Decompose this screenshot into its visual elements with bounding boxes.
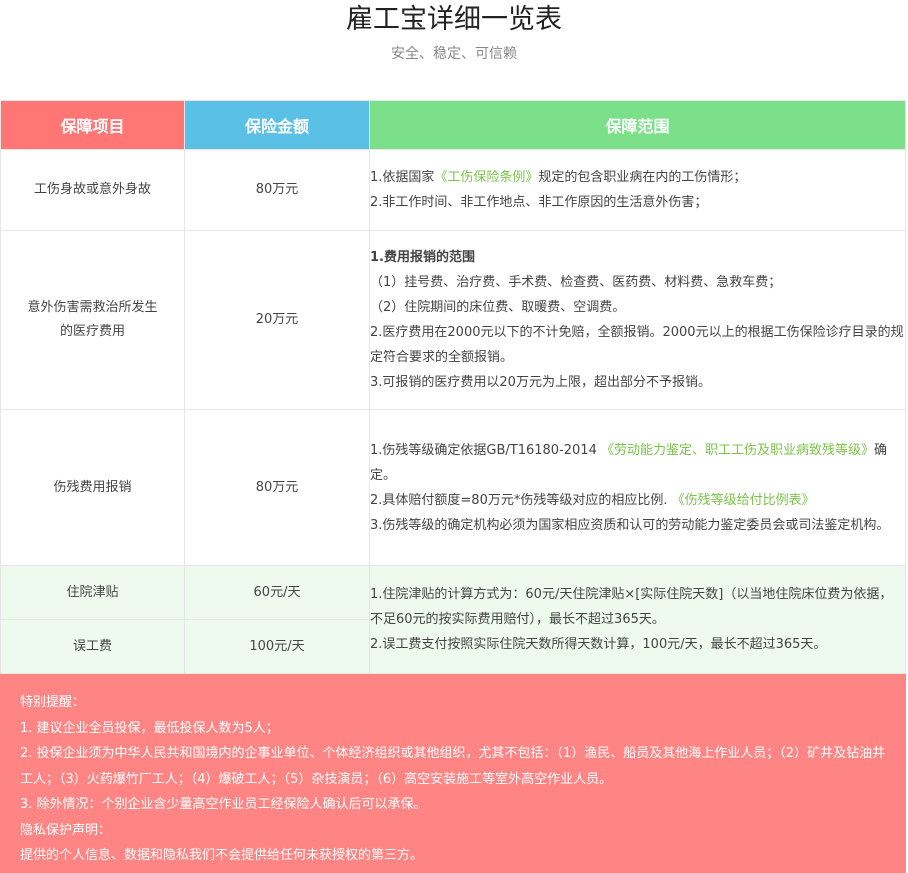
scope-line: 1.依据国家《工伤保险条例》规定的包含职业病在内的工伤情形； [370,170,747,185]
special-notice: 特别提醒： 1. 建议企业全员投保，最低投保人数为5人； 2. 投保企业须为中华… [0,674,906,873]
amount-cell: 100元/天 [184,619,370,674]
page: 雇工宝详细一览表 安全、稳定、可信赖 保障项目 保险金额 保障范围 工伤身故或意… [0,0,908,873]
column-header-amount: 保险金额 [184,100,370,150]
amount-cell: 80万元 [184,409,370,566]
notice-line: 3. 除外情况：个别企业含少量高空作业员工经保险人确认后可以承保。 [20,797,427,812]
item-cell: 伤残费用报销 [0,409,185,566]
item-cell: 意外伤害需救治所发生 的医疗费用 [0,230,185,410]
standard-link: 《劳动能力鉴定、职工工伤及职业病致残等级》 [600,442,874,458]
item-cell: 住院津贴 [0,565,185,620]
coverage-table: 保障项目 保险金额 保障范围 工伤身故或意外身故 80万元 1.依据国家《工伤保… [0,100,906,674]
column-header-item: 保障项目 [0,100,185,150]
scope-line: 2.误工费支付按照实际住院天数所得天数计算，100元/天，最长不超过365天。 [370,637,827,652]
amount-cell: 60元/天 [184,565,370,620]
notice-line: 特别提醒： [20,695,86,710]
scope-cell: 1.费用报销的范围 （1）挂号费、治疗费、手术费、检查费、医药费、材料费、急救车… [369,230,906,410]
amount-cell: 80万元 [184,149,370,231]
scope-line: 2.医疗费用在2000元以下的不计免赔，全额报销。2000元以上的根据工伤保险诊… [370,325,904,365]
regulation-link: 《工伤保险条例》 [434,170,539,185]
scope-line: （2）住院期间的床位费、取暖费、空调费。 [370,300,626,315]
table-row: 住院津贴 60元/天 1.住院津贴的计算方式为：60元/天住院津贴×[实际住院天… [0,565,906,674]
table-row: 工伤身故或意外身故 80万元 1.依据国家《工伤保险条例》规定的包含职业病在内的… [0,149,906,231]
scope-cell: 1.伤残等级确定依据GB/T16180-2014 《劳动能力鉴定、职工工伤及职业… [369,409,906,566]
column-header-scope: 保障范围 [369,100,906,150]
ratio-table-link: 《伤残等级给付比例表》 [671,492,815,508]
amount-cell: 20万元 [184,230,370,410]
page-subtitle: 安全、稳定、可信赖 [391,46,517,62]
scope-cell: 1.住院津贴的计算方式为：60元/天住院津贴×[实际住院天数]（以当地住院床位费… [369,565,906,674]
scope-line: 3.伤残等级的确定机构必须为国家相应资质和认可的劳动能力鉴定委员会或司法鉴定机构… [370,517,890,533]
scope-line: 1.住院津贴的计算方式为：60元/天住院津贴×[实际住院天数]（以当地住院床位费… [370,587,893,627]
notice-line: 1. 建议企业全员投保，最低投保人数为5人； [20,720,279,736]
item-cell: 工伤身故或意外身故 [0,149,185,231]
scope-line: 2.具体赔付额度=80万元*伤残等级对应的相应比例. 《伤残等级给付比例表》 [370,492,815,508]
page-title: 雇工宝详细一览表 [346,4,562,35]
item-cell: 误工费 [0,619,185,674]
scope-cell: 1.依据国家《工伤保险条例》规定的包含职业病在内的工伤情形； 2.非工作时间、非… [369,149,906,231]
notice-line: 提供的个人信息、数据和隐私我们不会提供给任何未获授权的第三方。 [20,848,424,863]
scope-line: 1.伤残等级确定依据GB/T16180-2014 《劳动能力鉴定、职工工伤及职业… [370,442,888,483]
notice-line: 隐私保护声明： [20,822,112,838]
table-row: 意外伤害需救治所发生 的医疗费用 20万元 1.费用报销的范围 （1）挂号费、治… [0,230,906,410]
notice-line: 2. 投保企业须为中华人民共和国境内的企事业单位、个体经济组织或其他组织，尤其不… [20,746,886,787]
table-header-row: 保障项目 保险金额 保障范围 [0,100,906,150]
scope-line: 2.非工作时间、非工作地点、非工作原因的生活意外伤害； [370,195,708,210]
table-row: 伤残费用报销 80万元 1.伤残等级确定依据GB/T16180-2014 《劳动… [0,409,906,566]
scope-line: 3.可报销的医疗费用以20万元为上限，超出部分不予报销。 [370,375,711,390]
scope-line: 1.费用报销的范围 [370,250,475,265]
scope-line: （1）挂号费、治疗费、手术费、检查费、医药费、材料费、急救车费； [370,275,782,290]
